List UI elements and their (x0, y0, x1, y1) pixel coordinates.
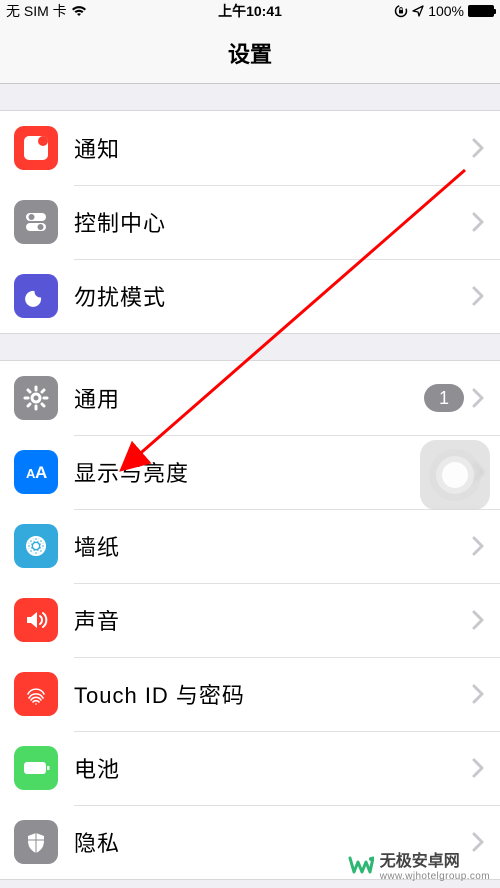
watermark-brand: 无极安卓网 (380, 847, 490, 871)
watermark-logo-icon (348, 852, 374, 878)
dnd-icon (14, 274, 58, 318)
wifi-icon (71, 5, 87, 17)
row-label: 勿扰模式 (74, 280, 472, 312)
nav-bar: 设置 (0, 22, 500, 84)
status-right: 100% (394, 3, 494, 19)
row-label: 控制中心 (74, 206, 472, 238)
row-label: 显示与亮度 (74, 456, 472, 488)
row-control-center[interactable]: 控制中心 (0, 185, 500, 259)
privacy-icon (14, 820, 58, 864)
touchid-icon (14, 672, 58, 716)
chevron-right-icon (472, 684, 484, 704)
status-time: 上午10:41 (218, 1, 282, 21)
row-label: Touch ID 与密码 (74, 678, 472, 710)
row-sounds[interactable]: 声音 (0, 583, 500, 657)
settings-group-1: 通知 控制中心 勿扰模式 (0, 110, 500, 334)
wallpaper-icon (14, 524, 58, 568)
location-icon (412, 5, 424, 17)
assistive-touch-button[interactable] (420, 440, 490, 510)
carrier-text: 无 SIM 卡 (6, 1, 67, 21)
control-center-icon (14, 200, 58, 244)
battery-row-icon (14, 746, 58, 790)
chevron-right-icon (472, 758, 484, 778)
row-label: 电池 (74, 752, 472, 784)
row-label: 通用 (74, 382, 424, 414)
chevron-right-icon (472, 610, 484, 630)
page-title: 设置 (228, 37, 272, 69)
watermark-url: www.wjhotelgroup.com (380, 871, 490, 882)
chevron-right-icon (472, 138, 484, 158)
row-battery[interactable]: 电池 (0, 731, 500, 805)
chevron-right-icon (472, 286, 484, 306)
row-label: 墙纸 (74, 530, 472, 562)
chevron-right-icon (472, 212, 484, 232)
battery-percent: 100% (428, 3, 464, 19)
general-icon (14, 376, 58, 420)
row-label: 声音 (74, 604, 472, 636)
status-bar: 无 SIM 卡 上午10:41 100% (0, 0, 500, 22)
row-dnd[interactable]: 勿扰模式 (0, 259, 500, 333)
row-notifications[interactable]: 通知 (0, 111, 500, 185)
row-touchid[interactable]: Touch ID 与密码 (0, 657, 500, 731)
display-icon: AA (14, 450, 58, 494)
chevron-right-icon (472, 388, 484, 408)
sounds-icon (14, 598, 58, 642)
settings-group-2: 通用 1 AA 显示与亮度 墙纸 声音 (0, 360, 500, 880)
row-accessory: 1 (424, 384, 484, 412)
row-general[interactable]: 通用 1 (0, 361, 500, 435)
chevron-right-icon (472, 536, 484, 556)
rotation-lock-icon (394, 4, 408, 18)
status-left: 无 SIM 卡 (6, 1, 87, 21)
watermark: 无极安卓网 www.wjhotelgroup.com (348, 847, 490, 882)
badge: 1 (424, 384, 464, 412)
row-wallpaper[interactable]: 墙纸 (0, 509, 500, 583)
battery-icon (468, 5, 494, 17)
notifications-icon (14, 126, 58, 170)
svg-text:A: A (35, 463, 47, 482)
row-label: 通知 (74, 132, 472, 164)
